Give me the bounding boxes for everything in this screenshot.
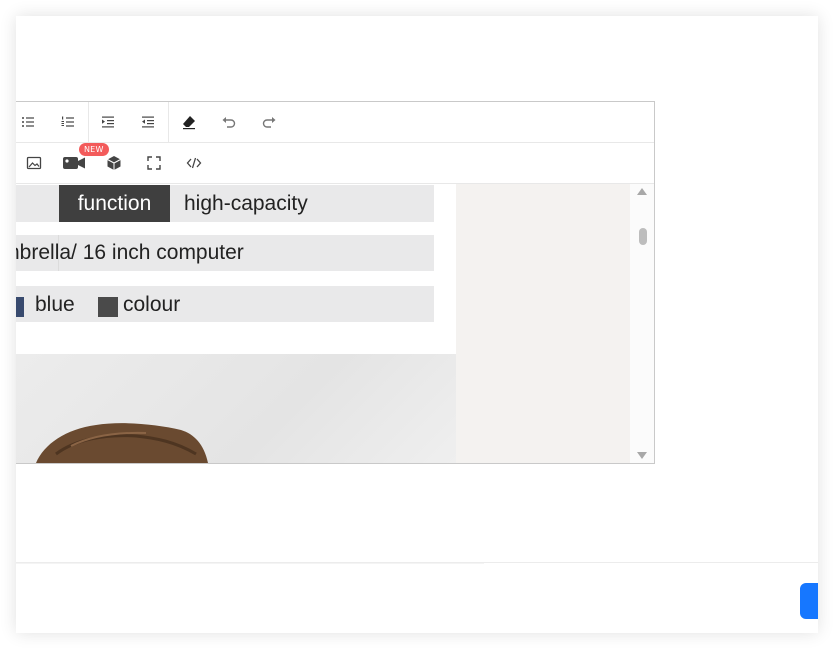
cell-divider [58, 235, 59, 271]
scrollbar-thumb[interactable] [639, 228, 647, 245]
spec-value: nbrella/ 16 inch computer [16, 241, 244, 264]
editor-content-area[interactable]: function high-capacity nbrella/ 16 inch … [16, 184, 630, 463]
spec-row-size: nbrella/ 16 inch computer [16, 235, 434, 271]
product-photo [16, 354, 456, 463]
undo-icon[interactable] [217, 110, 241, 134]
outdent-icon[interactable] [136, 110, 160, 134]
redo-icon[interactable] [257, 110, 281, 134]
editor-scrollbar[interactable] [630, 184, 654, 463]
bulleted-list-icon[interactable] [16, 110, 40, 134]
3d-model-icon[interactable] [102, 151, 126, 175]
editor-toolbar-row-2: NEW [16, 143, 654, 184]
image-icon[interactable] [22, 151, 46, 175]
scroll-up-arrow-icon[interactable] [637, 188, 647, 195]
fullscreen-icon[interactable] [142, 151, 166, 175]
color-label-colour: colour [123, 293, 181, 316]
eraser-icon[interactable] [177, 110, 201, 134]
spec-label: function [59, 185, 170, 222]
numbered-list-icon[interactable] [56, 110, 80, 134]
modal-dialog: NEW function high-capacity nbrella/ 16 i… [16, 16, 818, 633]
footer-divider-shadow [16, 563, 484, 564]
color-label-blue: blue [35, 293, 75, 316]
indent-icon[interactable] [96, 110, 120, 134]
spec-row-colour: blue colour [16, 286, 434, 322]
color-swatch-blue [16, 297, 24, 317]
color-swatch-dark [98, 297, 118, 317]
editor-toolbar-row-1 [16, 102, 654, 143]
rich-text-editor: NEW function high-capacity nbrella/ 16 i… [16, 101, 655, 464]
spec-value: high-capacity [184, 192, 308, 215]
scroll-down-arrow-icon[interactable] [637, 452, 647, 459]
primary-action-button[interactable] [800, 583, 818, 619]
code-icon[interactable] [182, 151, 206, 175]
document-canvas: function high-capacity nbrella/ 16 inch … [16, 184, 456, 463]
spec-row-function: function high-capacity [16, 185, 434, 222]
